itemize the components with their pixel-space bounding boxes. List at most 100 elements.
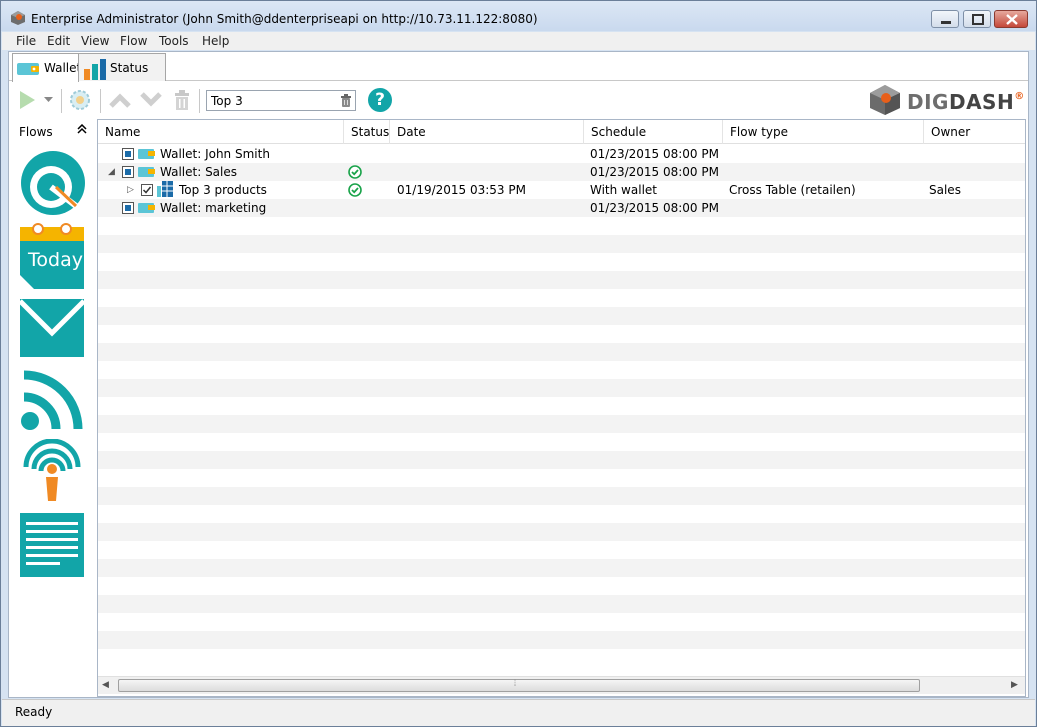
- logo-dig-text: DIG: [907, 90, 949, 114]
- minimize-icon: [941, 21, 951, 24]
- empty-row: [98, 307, 1025, 325]
- move-up-icon[interactable]: [109, 92, 131, 108]
- menu-help[interactable]: Help: [202, 34, 229, 48]
- wallet-icon: [138, 167, 155, 177]
- table-row[interactable]: Wallet: marketing 01/23/2015 08:00 PM: [98, 199, 1025, 217]
- document-list-icon[interactable]: [20, 513, 84, 577]
- menu-flow[interactable]: Flow: [120, 34, 147, 48]
- digdash-wordmark: DIGDASH®: [907, 90, 1025, 114]
- flows-title: Flows: [19, 125, 53, 139]
- empty-row: [98, 631, 1025, 649]
- empty-row: [98, 487, 1025, 505]
- row-owner: Sales: [929, 183, 961, 197]
- row-date: 01/19/2015 03:53 PM: [397, 183, 526, 197]
- trash-icon[interactable]: [173, 89, 191, 111]
- window-title: Enterprise Administrator (John Smith@dde…: [31, 12, 538, 26]
- column-header-date[interactable]: Date: [390, 120, 584, 144]
- flows-table: Name Status Date Schedule Flow type Owne…: [97, 119, 1026, 697]
- move-down-icon[interactable]: [140, 92, 162, 108]
- status-ok-icon: [348, 183, 362, 197]
- scroll-right-icon[interactable]: ▶: [1011, 680, 1018, 690]
- wallet-icon: [138, 203, 155, 213]
- tab-wallet[interactable]: Wallet: [12, 53, 82, 82]
- title-bar[interactable]: Enterprise Administrator (John Smith@dde…: [1, 1, 1036, 31]
- checkbox-partial-icon[interactable]: [122, 166, 134, 178]
- settings-flower-icon[interactable]: [69, 89, 91, 111]
- row-schedule: 01/23/2015 08:00 PM: [590, 201, 719, 215]
- empty-row: [98, 235, 1025, 253]
- checkbox-partial-icon[interactable]: [122, 148, 134, 160]
- dashboard-gauge-icon[interactable]: [20, 150, 86, 216]
- rss-feed-icon[interactable]: [20, 369, 84, 433]
- menu-view[interactable]: View: [81, 34, 109, 48]
- grip-icon: ⦙: [514, 679, 517, 689]
- column-header-schedule[interactable]: Schedule: [584, 120, 723, 144]
- row-name: Wallet: Sales: [160, 165, 238, 179]
- clear-search-icon[interactable]: [340, 94, 352, 107]
- tab-status[interactable]: Status: [78, 53, 166, 81]
- toolbar-separator: [61, 89, 62, 113]
- cross-table-icon: [157, 181, 173, 197]
- empty-row: [98, 433, 1025, 451]
- broadcast-icon[interactable]: [20, 439, 84, 505]
- dropdown-arrow-icon[interactable]: [44, 97, 53, 103]
- empty-row: [98, 505, 1025, 523]
- maximize-button[interactable]: [963, 10, 991, 28]
- table-header: Name Status Date Schedule Flow type Owne…: [98, 120, 1025, 144]
- email-icon[interactable]: [20, 299, 84, 357]
- toolbar-separator: [199, 89, 200, 113]
- empty-row: [98, 253, 1025, 271]
- empty-row: [98, 523, 1025, 541]
- row-name: Wallet: marketing: [160, 201, 267, 215]
- menu-edit[interactable]: Edit: [47, 34, 70, 48]
- scrollbar-thumb[interactable]: ⦙: [118, 679, 920, 692]
- expand-arrow-icon[interactable]: ▷: [127, 185, 134, 195]
- digdash-cube-icon: [870, 85, 900, 115]
- empty-row: [98, 289, 1025, 307]
- table-row[interactable]: ▷ Top 3 products 01/19/2015 03:53 PM Wit…: [98, 181, 1025, 199]
- wallet-icon: [138, 149, 155, 159]
- column-header-status[interactable]: Status: [344, 120, 390, 144]
- column-header-owner[interactable]: Owner: [924, 120, 1025, 144]
- scroll-left-icon[interactable]: ◀: [102, 680, 109, 690]
- row-name: Wallet: John Smith: [160, 147, 270, 161]
- today-calendar-icon[interactable]: Today: [20, 223, 84, 289]
- tab-status-label: Status: [110, 61, 149, 75]
- minimize-button[interactable]: [931, 10, 959, 28]
- search-field[interactable]: [206, 90, 356, 111]
- app-logo-icon: [11, 11, 25, 25]
- play-icon[interactable]: [17, 90, 37, 110]
- checkbox-checked-icon[interactable]: [141, 184, 153, 196]
- menu-tools[interactable]: Tools: [159, 34, 189, 48]
- logo-registered-mark: ®: [1014, 91, 1025, 102]
- empty-row: [98, 379, 1025, 397]
- bar-chart-icon: [84, 59, 106, 80]
- table-row[interactable]: Wallet: John Smith 01/23/2015 08:00 PM: [98, 145, 1025, 163]
- horizontal-scrollbar[interactable]: ◀ ⦙ ▶: [98, 676, 1025, 694]
- tab-wallet-label: Wallet: [44, 61, 82, 75]
- close-button[interactable]: [994, 10, 1028, 28]
- table-row[interactable]: ◢ Wallet: Sales 01/23/2015 08:00 PM: [98, 163, 1025, 181]
- empty-row: [98, 361, 1025, 379]
- digdash-logo: DIGDASH®: [864, 83, 1024, 117]
- row-schedule: With wallet: [590, 183, 657, 197]
- search-input[interactable]: [211, 93, 336, 108]
- empty-row: [98, 649, 1025, 667]
- column-header-flow-type[interactable]: Flow type: [723, 120, 924, 144]
- collapse-icon[interactable]: [77, 124, 87, 134]
- collapse-arrow-icon[interactable]: ◢: [108, 167, 115, 177]
- column-header-name[interactable]: Name: [98, 120, 344, 144]
- empty-row: [98, 451, 1025, 469]
- today-label: Today: [28, 249, 83, 271]
- row-name: Top 3 products: [179, 183, 267, 197]
- menu-bar: File Edit View Flow Tools Help: [2, 32, 1035, 50]
- help-icon[interactable]: ?: [368, 88, 392, 112]
- row-schedule: 01/23/2015 08:00 PM: [590, 165, 719, 179]
- menu-file[interactable]: File: [16, 34, 36, 48]
- empty-row: [98, 325, 1025, 343]
- toolbar-separator: [100, 89, 101, 113]
- flows-sidebar: Flows Today: [9, 119, 97, 697]
- checkbox-partial-icon[interactable]: [122, 202, 134, 214]
- empty-row: [98, 469, 1025, 487]
- empty-row: [98, 595, 1025, 613]
